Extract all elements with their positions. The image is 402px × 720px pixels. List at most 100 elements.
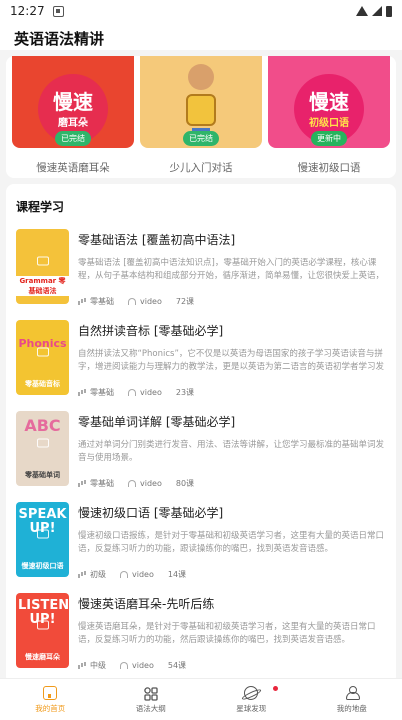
status-bar: 12:27 bbox=[0, 0, 402, 22]
tab-label: 我的地盘 bbox=[336, 703, 367, 713]
featured-title: 慢速初级口语 bbox=[297, 162, 361, 174]
headphone-icon bbox=[128, 480, 136, 487]
grid-icon bbox=[144, 686, 158, 701]
tab-label: 我的首页 bbox=[35, 703, 66, 713]
course-meta: 中级 video 54课 bbox=[78, 660, 386, 671]
notification-icon bbox=[52, 5, 64, 17]
featured-title: 少儿入门对话 bbox=[169, 162, 233, 174]
featured-item-slow-listening[interactable]: 慢速 磨耳朵 已完结 慢速英语磨耳朵 bbox=[12, 56, 134, 175]
status-badge: 已完结 bbox=[183, 131, 219, 146]
course-level: 零基础 bbox=[90, 388, 114, 397]
course-description: 慢速英语磨耳朵，是针对于零基础和初级英语学习者，这里有大量的英语日常口语，反复练… bbox=[78, 622, 376, 645]
level-icon bbox=[78, 571, 86, 578]
course-cover: Phonics 零基础音标 bbox=[16, 320, 69, 395]
level-icon bbox=[78, 480, 86, 487]
course-item[interactable]: SPEAK UP! 慢速初级口语 慢速初级口语 [零基础必学] 慢速初级口语报练… bbox=[6, 494, 396, 585]
cover-title: 慢速 bbox=[309, 90, 349, 114]
course-item[interactable]: ABC 零基础单词 零基础单词详解 [零基础必学] 通过对单词分门别类进行发音、… bbox=[6, 403, 396, 494]
cover-label: 零基础单词 bbox=[25, 471, 60, 479]
lesson-count: 14课 bbox=[167, 570, 187, 579]
course-type: video bbox=[140, 388, 162, 397]
video-icon bbox=[36, 529, 49, 538]
level-icon bbox=[78, 662, 86, 669]
headphone-icon bbox=[128, 389, 136, 396]
course-meta: 零基础 video 80课 bbox=[78, 478, 386, 489]
status-badge: 更新中 bbox=[311, 131, 347, 146]
status-badge: 已完结 bbox=[55, 131, 91, 146]
tab-label: 星球发现 bbox=[236, 703, 267, 713]
lesson-count: 54课 bbox=[167, 661, 187, 670]
cover-label: 慢速初级口语 bbox=[21, 562, 64, 570]
course-meta: 零基础 video 72课 bbox=[78, 296, 386, 307]
level-icon bbox=[78, 298, 86, 305]
bottom-tab-bar: 我的首页 语法大纲 星球发现 我的地盘 bbox=[0, 678, 402, 720]
cover-title: 慢速 bbox=[53, 90, 93, 114]
tab-home[interactable]: 我的首页 bbox=[0, 679, 101, 720]
status-time: 12:27 bbox=[10, 4, 45, 18]
course-level: 初级 bbox=[90, 570, 106, 579]
status-icons bbox=[356, 5, 392, 17]
lesson-count: 80课 bbox=[175, 479, 195, 488]
user-icon bbox=[345, 685, 360, 700]
lesson-count: 23课 bbox=[175, 388, 195, 397]
cover-subtitle: 初级口语 bbox=[309, 118, 349, 129]
video-icon bbox=[36, 620, 49, 629]
featured-cover: 已完结 bbox=[140, 56, 262, 148]
headphone-icon bbox=[128, 298, 136, 305]
page-title: 英语语法精讲 bbox=[14, 30, 105, 48]
headphone-icon bbox=[120, 571, 128, 578]
tab-grammar-outline[interactable]: 语法大纲 bbox=[101, 679, 202, 720]
featured-cover: 慢速 磨耳朵 已完结 bbox=[12, 56, 134, 148]
home-icon bbox=[43, 685, 58, 700]
course-title: 零基础语法 [覆盖初高中语法] bbox=[78, 233, 236, 247]
featured-item-slow-speaking[interactable]: 慢速 初级口语 更新中 慢速初级口语 bbox=[268, 56, 390, 175]
course-cover: LISTEN UP! 慢速磨耳朵 bbox=[16, 593, 69, 668]
video-icon bbox=[36, 438, 49, 447]
cover-label: 慢速磨耳朵 bbox=[25, 653, 60, 661]
course-type: video bbox=[132, 661, 154, 670]
lesson-count: 72课 bbox=[175, 297, 195, 306]
app-header: 英语语法精讲 bbox=[0, 22, 402, 50]
level-icon bbox=[78, 389, 86, 396]
course-list-card: 课程学习 Grammar 零基础语法 零基础语法 [覆盖初高中语法] 零基础语法… bbox=[6, 184, 396, 684]
course-item[interactable]: LISTEN UP! 慢速磨耳朵 慢速英语磨耳朵-先听后练 慢速英语磨耳朵，是针… bbox=[6, 585, 396, 676]
course-cover: ABC 零基础单词 bbox=[16, 411, 69, 486]
course-cover: SPEAK UP! 慢速初级口语 bbox=[16, 502, 69, 577]
signal-icon bbox=[372, 6, 382, 16]
tab-discover[interactable]: 星球发现 bbox=[201, 679, 302, 720]
course-type: video bbox=[132, 570, 154, 579]
course-item[interactable]: Phonics 零基础音标 自然拼读音标 [零基础必学] 自然拼读法又称“Pho… bbox=[6, 312, 396, 403]
featured-item-kids-dialogue[interactable]: 已完结 少儿入门对话 bbox=[140, 56, 262, 175]
course-description: 零基础语法 [覆盖初高中语法知识点]，零基础开始入门的英语必学课程，核心课程，从… bbox=[78, 258, 385, 281]
notification-dot bbox=[272, 686, 278, 691]
course-title: 慢速英语磨耳朵-先听后练 bbox=[78, 597, 215, 611]
planet-icon bbox=[244, 685, 259, 700]
course-level: 零基础 bbox=[90, 479, 114, 488]
course-type: video bbox=[140, 479, 162, 488]
wifi-icon bbox=[356, 6, 368, 16]
battery-icon bbox=[386, 5, 392, 17]
headphone-icon bbox=[120, 662, 128, 669]
tab-label: 语法大纲 bbox=[135, 703, 166, 713]
featured-cover: 慢速 初级口语 更新中 bbox=[268, 56, 390, 148]
course-level: 中级 bbox=[90, 661, 106, 670]
featured-carousel[interactable]: 慢速 磨耳朵 已完结 慢速英语磨耳朵 已完结 少儿入门对话 慢速 初级口语 更新… bbox=[6, 56, 396, 178]
course-level: 零基础 bbox=[90, 297, 114, 306]
course-title: 自然拼读音标 [零基础必学] bbox=[78, 324, 224, 338]
course-title: 慢速初级口语 [零基础必学] bbox=[78, 506, 224, 520]
cover-title: ABC bbox=[24, 416, 61, 435]
video-icon bbox=[36, 347, 49, 356]
featured-title: 慢速英语磨耳朵 bbox=[36, 162, 110, 174]
cover-label: Grammar 零基础语法 bbox=[16, 276, 69, 296]
section-title: 课程学习 bbox=[16, 200, 65, 214]
course-item[interactable]: Grammar 零基础语法 零基础语法 [覆盖初高中语法] 零基础语法 [覆盖初… bbox=[6, 221, 396, 312]
tab-profile[interactable]: 我的地盘 bbox=[302, 679, 402, 720]
course-meta: 初级 video 14课 bbox=[78, 569, 386, 580]
course-description: 自然拼读法又称“Phonics”，它不仅是以英语为母语国家的孩子学习英语读音与拼… bbox=[78, 349, 385, 372]
video-icon bbox=[36, 256, 49, 265]
cover-subtitle: 磨耳朵 bbox=[58, 118, 88, 129]
cover-label: 零基础音标 bbox=[25, 380, 60, 388]
course-title: 零基础单词详解 [零基础必学] bbox=[78, 415, 236, 429]
course-meta: 零基础 video 23课 bbox=[78, 387, 386, 398]
course-description: 通过对单词分门别类进行发音、用法、语法等讲解，让您学习最标准的基础单词发音与使用… bbox=[78, 440, 385, 463]
